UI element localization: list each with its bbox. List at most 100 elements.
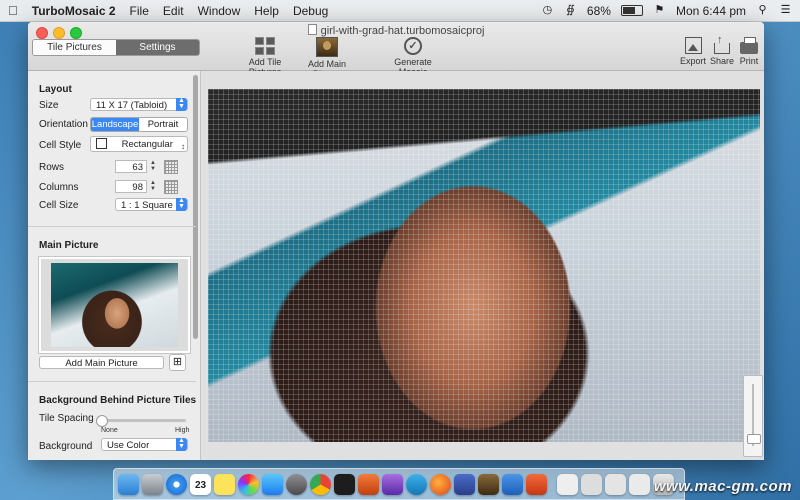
size-value: 11 X 17 (Tabloid) xyxy=(96,100,168,111)
rows-stepper[interactable]: ▲ ▼ xyxy=(149,160,157,173)
cell-style-label: Cell Style xyxy=(39,140,82,151)
app-icon-1[interactable] xyxy=(358,473,379,495)
window-title: girl-with-grad-hat.turbomosaicproj xyxy=(28,24,764,37)
safari-icon[interactable] xyxy=(166,473,187,495)
calendar-icon[interactable]: 23 xyxy=(190,473,211,495)
app-store-icon[interactable] xyxy=(262,473,283,495)
app-window: girl-with-grad-hat.turbomosaicproj Tile … xyxy=(28,22,764,460)
crop-icon: ⊞ xyxy=(172,356,183,368)
export-button[interactable]: Export xyxy=(680,37,706,66)
print-label: Print xyxy=(739,56,759,66)
orientation-label: Orientation xyxy=(39,119,88,130)
main-picture-well[interactable] xyxy=(39,257,190,353)
terminal-icon[interactable] xyxy=(334,473,355,495)
zoom-slider-knob[interactable] xyxy=(747,434,761,445)
app-icon-2[interactable] xyxy=(382,473,403,495)
mosaic-canvas xyxy=(201,71,764,460)
battery-percent: 68% xyxy=(586,3,611,18)
minimized-window-4[interactable] xyxy=(629,473,650,495)
share-label: Share xyxy=(710,56,735,66)
app-icon-4[interactable] xyxy=(454,473,475,495)
columns-grid-icon xyxy=(164,180,178,194)
orientation-landscape[interactable]: Landscape xyxy=(91,118,139,131)
tile-spacing-max-label: High xyxy=(175,427,190,434)
swift-icon[interactable] xyxy=(526,473,547,495)
app-icon-3[interactable] xyxy=(406,473,427,495)
popup-arrows-icon: ▲ ▼ xyxy=(176,437,187,451)
toolbar: girl-with-grad-hat.turbomosaicproj Tile … xyxy=(28,22,764,79)
tile-spacing-slider-knob[interactable] xyxy=(96,415,108,427)
firefox-icon[interactable] xyxy=(430,473,451,495)
printer-icon xyxy=(740,37,758,54)
minimized-window-3[interactable] xyxy=(605,473,626,495)
rows-input[interactable]: 63 xyxy=(115,160,147,173)
settings-sidebar: Layout Size 11 X 17 (Tabloid) ▲ ▼ Orienta… xyxy=(28,71,201,460)
document-icon xyxy=(307,24,317,35)
rectangle-icon xyxy=(96,138,107,149)
minimized-window-2[interactable] xyxy=(581,473,602,495)
flag-icon[interactable]: ⚑ xyxy=(653,4,666,17)
background-popup[interactable]: Use Color ▲ ▼ xyxy=(101,437,188,451)
portrait-icon xyxy=(316,37,338,57)
rows-label: Rows xyxy=(39,162,65,173)
time-machine-icon[interactable]: ◷ xyxy=(541,4,554,17)
popup-arrows-icon: ▲ ▼ xyxy=(176,97,187,111)
size-popup[interactable]: 11 X 17 (Tabloid) ▲ ▼ xyxy=(90,97,188,111)
main-picture-thumbnail xyxy=(51,263,178,347)
add-main-picture-button[interactable]: Add Main Picture xyxy=(39,356,164,369)
chevron-updown-icon: ↕ xyxy=(181,142,185,151)
popup-arrows-icon: ▲ ▼ xyxy=(176,197,187,211)
crop-button[interactable]: ⊞ xyxy=(169,354,186,371)
tab-settings[interactable]: Settings xyxy=(116,40,199,55)
size-label: Size xyxy=(39,100,59,111)
clock[interactable]: Mon 6:44 pm xyxy=(676,4,746,18)
menu-debug[interactable]: Debug xyxy=(293,4,328,18)
cell-style-value: Rectangular xyxy=(121,139,173,150)
finder-icon[interactable] xyxy=(118,473,139,495)
minimized-window-1[interactable] xyxy=(557,473,578,495)
turbomosaic-icon[interactable] xyxy=(478,473,499,495)
cell-size-value: 1 : 1 Square xyxy=(121,200,173,211)
xcode-icon[interactable] xyxy=(502,473,523,495)
menu-file[interactable]: File xyxy=(130,4,149,18)
orientation-portrait[interactable]: Portrait xyxy=(139,118,187,131)
app-menu[interactable]: TurboMosaic 2 xyxy=(32,4,116,18)
window-title-text: girl-with-grad-hat.turbomosaicproj xyxy=(320,25,485,37)
cell-size-label: Cell Size xyxy=(39,200,79,211)
background-value: Use Color xyxy=(107,440,150,451)
notes-icon[interactable] xyxy=(214,473,235,495)
cell-style-popup[interactable]: Rectangular ↕ xyxy=(90,136,188,152)
menu-help[interactable]: Help xyxy=(254,4,279,18)
menu-list-icon[interactable]: ☰ xyxy=(779,4,792,17)
battery-icon[interactable] xyxy=(620,5,643,16)
mosaic-preview-image[interactable] xyxy=(208,89,760,442)
sidebar-scrollbar[interactable] xyxy=(193,75,198,339)
dock: 23 xyxy=(113,468,685,500)
cell-size-popup[interactable]: 1 : 1 Square ▲ ▼ xyxy=(115,197,188,211)
columns-input[interactable]: 98 xyxy=(115,180,147,193)
rows-grid-icon xyxy=(164,160,178,174)
launchpad-icon[interactable] xyxy=(142,473,163,495)
print-button[interactable]: Print xyxy=(738,37,760,66)
columns-stepper[interactable]: ▲ ▼ xyxy=(149,180,157,193)
system-preferences-icon[interactable] xyxy=(286,473,307,495)
view-segmented-control: Tile Pictures Settings xyxy=(32,39,200,56)
wifi-icon[interactable]: ∯ xyxy=(564,4,577,17)
photos-icon[interactable] xyxy=(238,473,259,495)
tile-spacing-slider[interactable] xyxy=(96,415,186,427)
apple-menu-icon[interactable]:  xyxy=(8,3,18,18)
columns-label: Columns xyxy=(39,182,79,193)
share-button[interactable]: Share xyxy=(710,34,735,66)
divider xyxy=(28,381,196,382)
menu-edit[interactable]: Edit xyxy=(163,4,184,18)
export-label: Export xyxy=(680,56,707,66)
zoom-slider[interactable] xyxy=(743,375,763,457)
share-icon xyxy=(714,34,730,54)
menu-window[interactable]: Window xyxy=(198,4,241,18)
search-icon[interactable]: ⚲ xyxy=(756,4,769,17)
tab-tile-pictures[interactable]: Tile Pictures xyxy=(33,40,116,55)
orientation-control: Landscape Portrait xyxy=(90,117,188,132)
chrome-icon[interactable] xyxy=(310,473,331,495)
menu-bar:  TurboMosaic 2 File Edit Window Help De… xyxy=(0,0,800,22)
export-icon xyxy=(684,37,702,54)
